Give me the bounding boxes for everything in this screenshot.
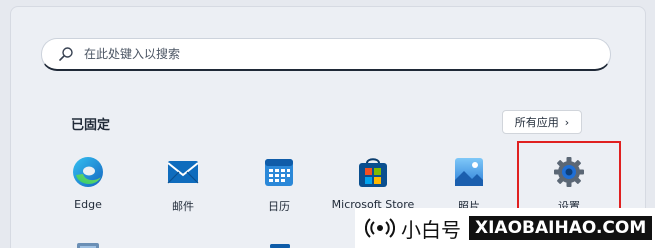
app-label-edge: Edge (74, 198, 102, 211)
highlight-box (517, 141, 621, 213)
app-tile-calendar[interactable]: 日历 (231, 155, 327, 225)
search-input[interactable] (84, 47, 564, 61)
mail-icon (167, 161, 199, 184)
app-label-mail: 邮件 (172, 200, 194, 213)
calendar-icon (265, 159, 293, 186)
edge-icon (73, 157, 103, 187)
search-icon (59, 47, 73, 61)
search-box[interactable] (41, 38, 611, 71)
chevron-right-icon: › (564, 115, 570, 129)
partial-app-icon[interactable] (169, 241, 199, 248)
watermark-banner: 小白号 XIAOBAIHAO.COM (355, 208, 655, 248)
partial-app-icon[interactable] (73, 241, 103, 248)
app-tile-mail[interactable]: 邮件 (135, 155, 231, 225)
pinned-section-title: 已固定 (71, 118, 111, 133)
all-apps-label: 所有应用 (514, 116, 559, 129)
app-label-calendar: 日历 (268, 200, 290, 213)
photos-icon (455, 158, 483, 186)
watermark-text: 小白号 (401, 217, 461, 242)
broadcast-icon (365, 218, 395, 238)
app-tile-edge[interactable]: Edge (40, 155, 136, 225)
partial-app-icon[interactable] (265, 241, 295, 248)
store-icon (359, 158, 387, 187)
all-apps-button[interactable]: 所有应用 › (502, 110, 582, 134)
watermark-url: XIAOBAIHAO.COM (469, 216, 653, 240)
